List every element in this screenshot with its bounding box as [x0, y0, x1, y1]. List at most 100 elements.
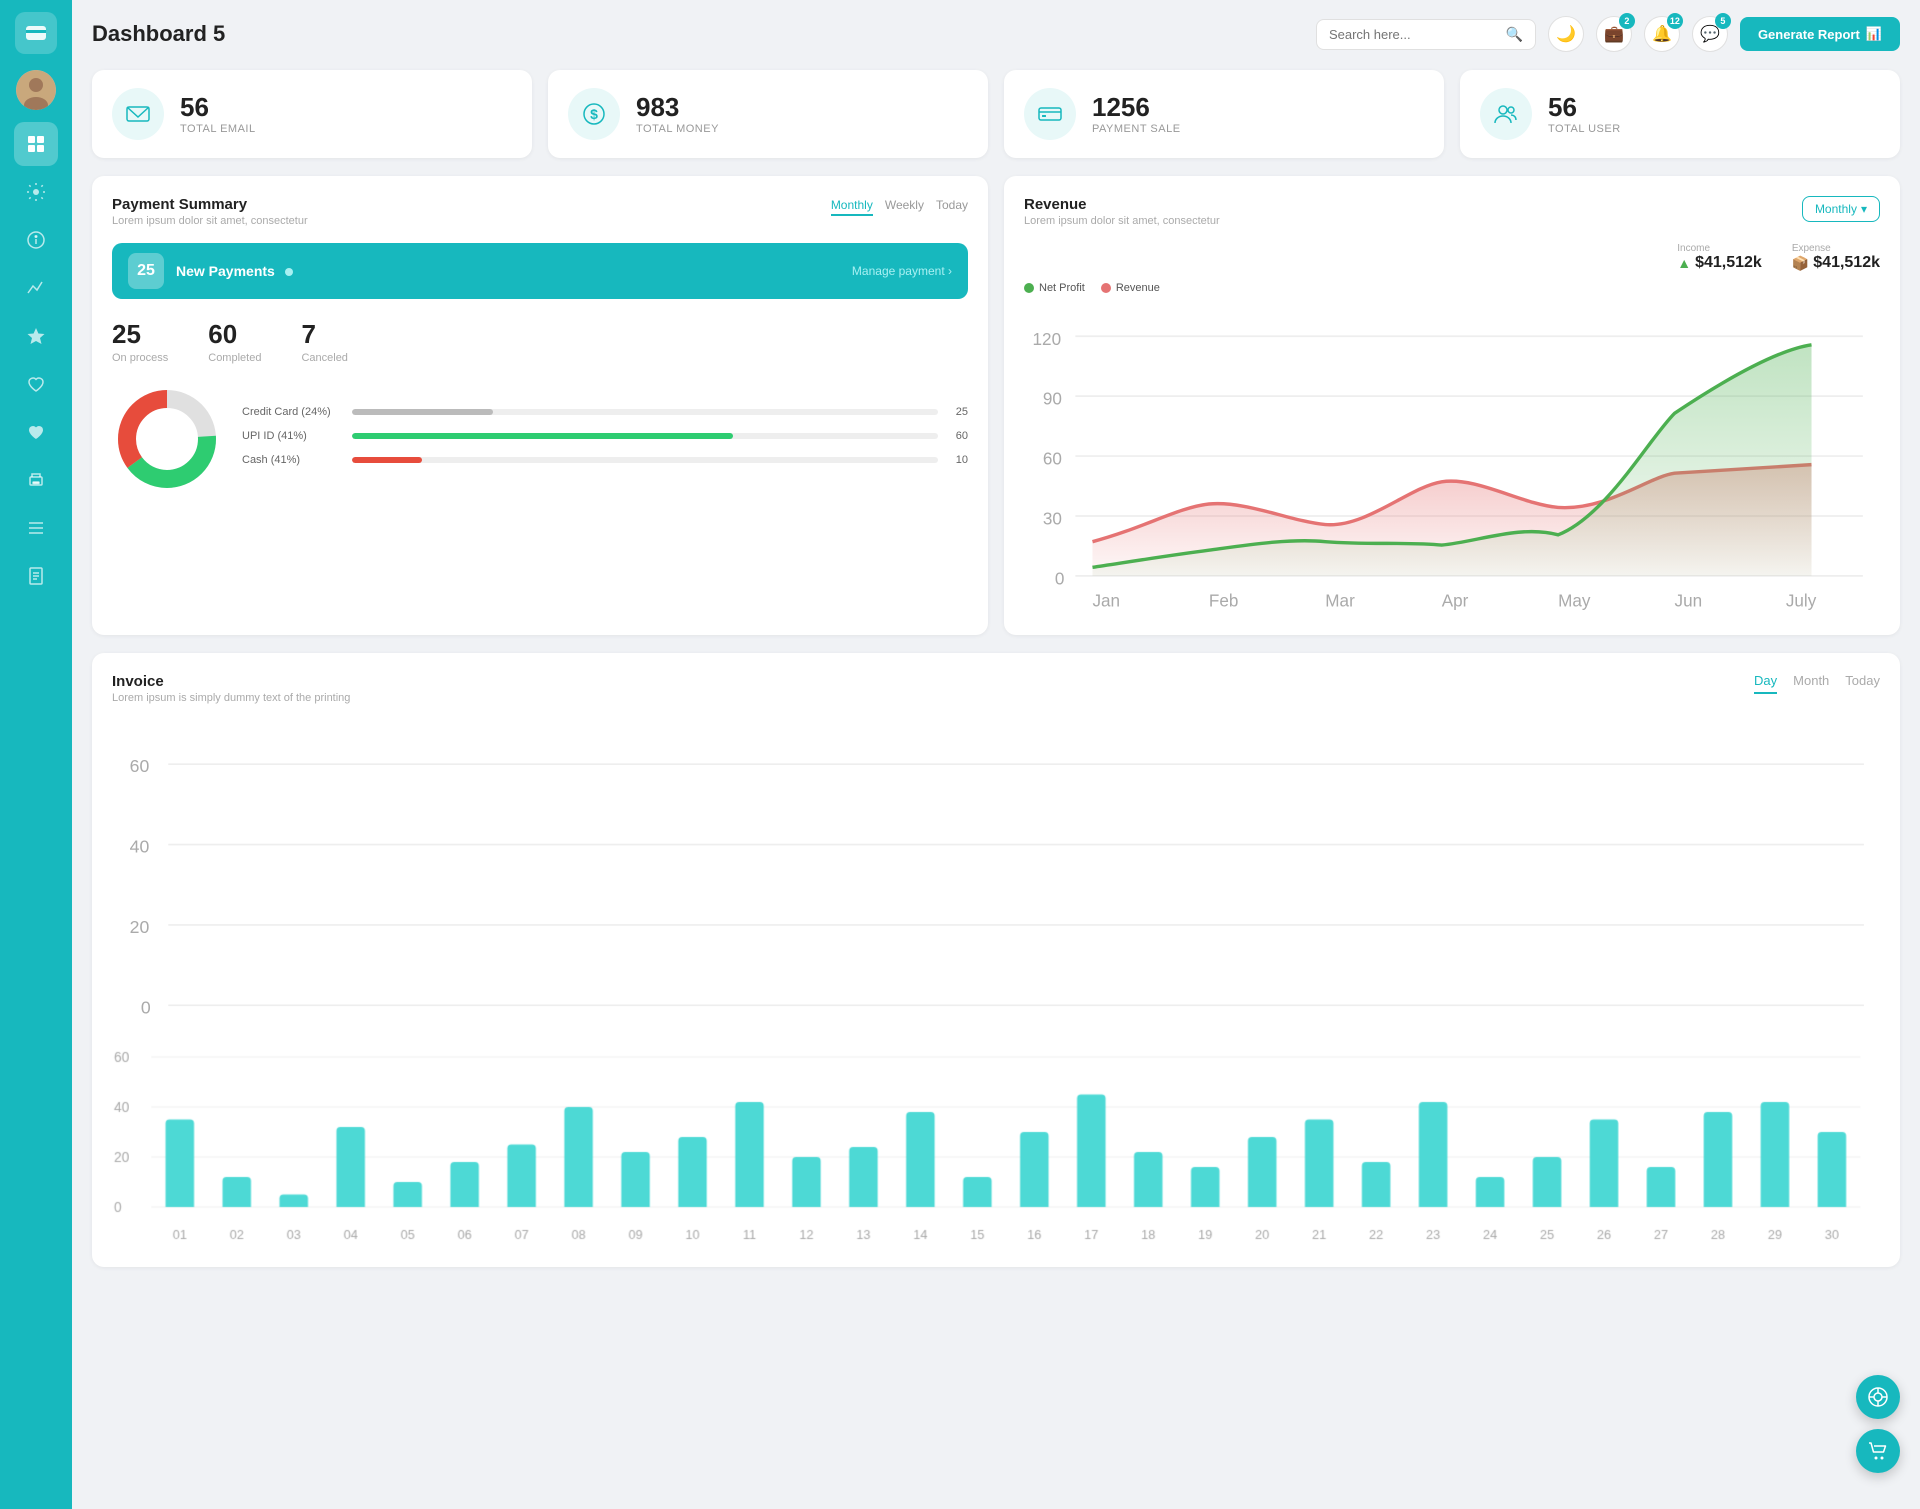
- cart-fab[interactable]: [1856, 1429, 1900, 1473]
- svg-text:Jan: Jan: [1092, 592, 1120, 611]
- money-value: 983: [636, 93, 719, 122]
- user-value: 56: [1548, 93, 1621, 122]
- progress-credit-card: Credit Card (24%) 25: [242, 406, 968, 418]
- payment-summary-subtitle: Lorem ipsum dolor sit amet, consectetur: [112, 215, 308, 227]
- svg-text:Feb: Feb: [1209, 592, 1238, 611]
- stat-card-payment: 1256 PAYMENT SALE: [1004, 70, 1444, 158]
- sidebar-logo[interactable]: [15, 12, 57, 54]
- onprocess-value: 25: [112, 319, 168, 350]
- new-payments-count: 25: [128, 253, 164, 289]
- payment-summary-titles: Payment Summary Lorem ipsum dolor sit am…: [112, 196, 308, 227]
- revenue-chart: 0 30 60 90 120 Jan Feb Mar Apr May Jun J…: [1024, 302, 1880, 610]
- user-label: TOTAL USER: [1548, 123, 1621, 135]
- money-icon: $: [568, 88, 620, 140]
- sidebar-item-list[interactable]: [14, 506, 58, 550]
- invoice-titles: Invoice Lorem ipsum is simply dummy text…: [112, 673, 350, 704]
- sidebar-item-print[interactable]: [14, 458, 58, 502]
- credit-card-bar-fill: [352, 409, 493, 415]
- legend-revenue: Revenue: [1101, 282, 1160, 294]
- revenue-titles: Revenue Lorem ipsum dolor sit amet, cons…: [1024, 196, 1220, 227]
- sidebar-item-info[interactable]: [14, 218, 58, 262]
- onprocess-label: On process: [112, 352, 168, 364]
- sidebar-item-favorites[interactable]: [14, 362, 58, 406]
- middle-row: Payment Summary Lorem ipsum dolor sit am…: [92, 176, 1900, 635]
- chevron-down-icon: ▾: [1861, 202, 1867, 216]
- money-label: TOTAL MONEY: [636, 123, 719, 135]
- svg-text:60: 60: [130, 756, 150, 776]
- upi-val: 60: [948, 430, 968, 442]
- search-input[interactable]: [1329, 27, 1498, 42]
- progress-cash: Cash (41%) 10: [242, 454, 968, 466]
- invoice-chart-wrapper: [112, 1047, 1880, 1247]
- credit-card-val: 25: [948, 406, 968, 418]
- progress-list: Credit Card (24%) 25 UPI ID (41%) 60: [242, 406, 968, 478]
- invoice-card: Invoice Lorem ipsum is simply dummy text…: [92, 653, 1900, 1266]
- generate-report-button[interactable]: Generate Report 📊: [1740, 17, 1900, 51]
- payment-summary-card: Payment Summary Lorem ipsum dolor sit am…: [92, 176, 988, 635]
- sidebar-item-analytics[interactable]: [14, 266, 58, 310]
- avatar[interactable]: [16, 70, 56, 110]
- svg-text:60: 60: [1043, 450, 1062, 469]
- credit-card-label: Credit Card (24%): [242, 406, 342, 418]
- expense-val-row: 📦 $41,512k: [1792, 254, 1880, 272]
- sidebar-item-dashboard[interactable]: [14, 122, 58, 166]
- chart-icon: 📊: [1866, 26, 1882, 42]
- sidebar-item-docs[interactable]: [14, 554, 58, 598]
- payment-summary-header: Payment Summary Lorem ipsum dolor sit am…: [112, 196, 968, 227]
- support-fab[interactable]: [1856, 1375, 1900, 1419]
- svg-text:Jun: Jun: [1675, 592, 1703, 611]
- users-icon: [1480, 88, 1532, 140]
- page-title: Dashboard 5: [92, 21, 1304, 47]
- legend-net-profit: Net Profit: [1024, 282, 1085, 294]
- expense-label: Expense: [1792, 243, 1880, 254]
- svg-text:120: 120: [1033, 330, 1062, 349]
- sidebar-item-star[interactable]: [14, 314, 58, 358]
- tab-today[interactable]: Today: [936, 196, 968, 216]
- tab-monthly[interactable]: Monthly: [831, 196, 873, 216]
- wallet-badge: 2: [1619, 13, 1635, 29]
- notification-badge: 12: [1667, 13, 1683, 29]
- invoice-tab-today[interactable]: Today: [1845, 673, 1880, 694]
- svg-text:90: 90: [1043, 390, 1062, 409]
- revenue-dot: [1101, 283, 1111, 293]
- svg-text:$: $: [590, 106, 598, 122]
- chat-btn[interactable]: 💬 5: [1692, 16, 1728, 52]
- svg-text:30: 30: [1043, 510, 1062, 529]
- progress-upi: UPI ID (41%) 60: [242, 430, 968, 442]
- new-payments-bar: 25 New Payments Manage payment ›: [112, 243, 968, 299]
- svg-text:20: 20: [130, 917, 150, 937]
- invoice-header: Invoice Lorem ipsum is simply dummy text…: [112, 673, 1880, 704]
- completed-label: Completed: [208, 352, 261, 364]
- cash-bar-fill: [352, 457, 422, 463]
- tab-weekly[interactable]: Weekly: [885, 196, 924, 216]
- revenue-header: Revenue Lorem ipsum dolor sit amet, cons…: [1024, 196, 1880, 227]
- revenue-dropdown[interactable]: Monthly ▾: [1802, 196, 1880, 222]
- pstat-canceled: 7 Canceled: [301, 319, 347, 364]
- search-icon: 🔍: [1506, 26, 1523, 43]
- stat-info-payment: 1256 PAYMENT SALE: [1092, 93, 1181, 136]
- svg-text:July: July: [1786, 592, 1817, 611]
- svg-text:May: May: [1558, 592, 1591, 611]
- stat-card-user: 56 TOTAL USER: [1460, 70, 1900, 158]
- notification-btn[interactable]: 🔔 12: [1644, 16, 1680, 52]
- invoice-tab-day[interactable]: Day: [1754, 673, 1777, 694]
- sidebar-item-likes[interactable]: [14, 410, 58, 454]
- canceled-value: 7: [301, 319, 347, 350]
- theme-toggle-btn[interactable]: 🌙: [1548, 16, 1584, 52]
- wallet-btn[interactable]: 💼 2: [1596, 16, 1632, 52]
- invoice-tab-month[interactable]: Month: [1793, 673, 1829, 694]
- invoice-title: Invoice: [112, 673, 350, 690]
- email-icon: [112, 88, 164, 140]
- header: Dashboard 5 🔍 🌙 💼 2 🔔 12 💬 5 Generate Re…: [92, 16, 1900, 52]
- expense-value: $41,512k: [1813, 254, 1880, 272]
- invoice-subtitle: Lorem ipsum is simply dummy text of the …: [112, 692, 350, 704]
- completed-value: 60: [208, 319, 261, 350]
- invoice-tabs: Day Month Today: [1754, 673, 1880, 694]
- credit-card-bar-bg: [352, 409, 938, 415]
- manage-payment-link[interactable]: Manage payment ›: [852, 264, 952, 278]
- revenue-stats-row: Income ▲ $41,512k Expense 📦 $41,512k: [1024, 243, 1880, 272]
- sidebar-item-settings[interactable]: [14, 170, 58, 214]
- main-content: Dashboard 5 🔍 🌙 💼 2 🔔 12 💬 5 Generate Re…: [72, 0, 1920, 1509]
- cash-bar-bg: [352, 457, 938, 463]
- income-label: Income: [1677, 243, 1762, 254]
